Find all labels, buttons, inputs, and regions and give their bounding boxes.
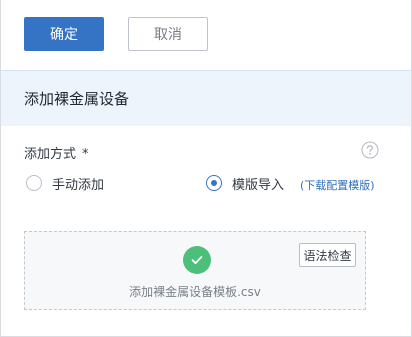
add-method-label: 添加方式 * — [24, 143, 89, 162]
upload-area[interactable]: 添加裸金属设备模板.csv 语法检查 — [24, 231, 366, 310]
check-icon — [191, 255, 203, 265]
help-icon[interactable] — [361, 141, 379, 159]
required-mark: * — [82, 147, 89, 162]
section-header: 添加裸金属设备 — [1, 70, 411, 126]
radio-template-label: 模版导入 — [232, 177, 285, 193]
radio-manual-add[interactable]: 手动添加 — [26, 172, 104, 194]
radio-manual-label: 手动添加 — [52, 177, 105, 193]
uploaded-file-name: 添加裸金属设备模板.csv — [129, 285, 261, 299]
radio-template-circle[interactable] — [206, 175, 222, 191]
radio-template-import[interactable]: 模版导入 — [206, 172, 284, 194]
download-template-link[interactable]: (下载配置模版) — [300, 177, 375, 193]
add-method-label-text: 添加方式 — [24, 147, 77, 162]
upload-success-badge — [183, 246, 211, 274]
confirm-button[interactable]: 确定 — [24, 17, 104, 51]
syntax-check-button[interactable]: 语法检查 — [299, 243, 356, 267]
cancel-button[interactable]: 取消 — [128, 17, 208, 51]
radio-manual-circle[interactable] — [26, 175, 42, 191]
section-title: 添加裸金属设备 — [24, 90, 130, 108]
